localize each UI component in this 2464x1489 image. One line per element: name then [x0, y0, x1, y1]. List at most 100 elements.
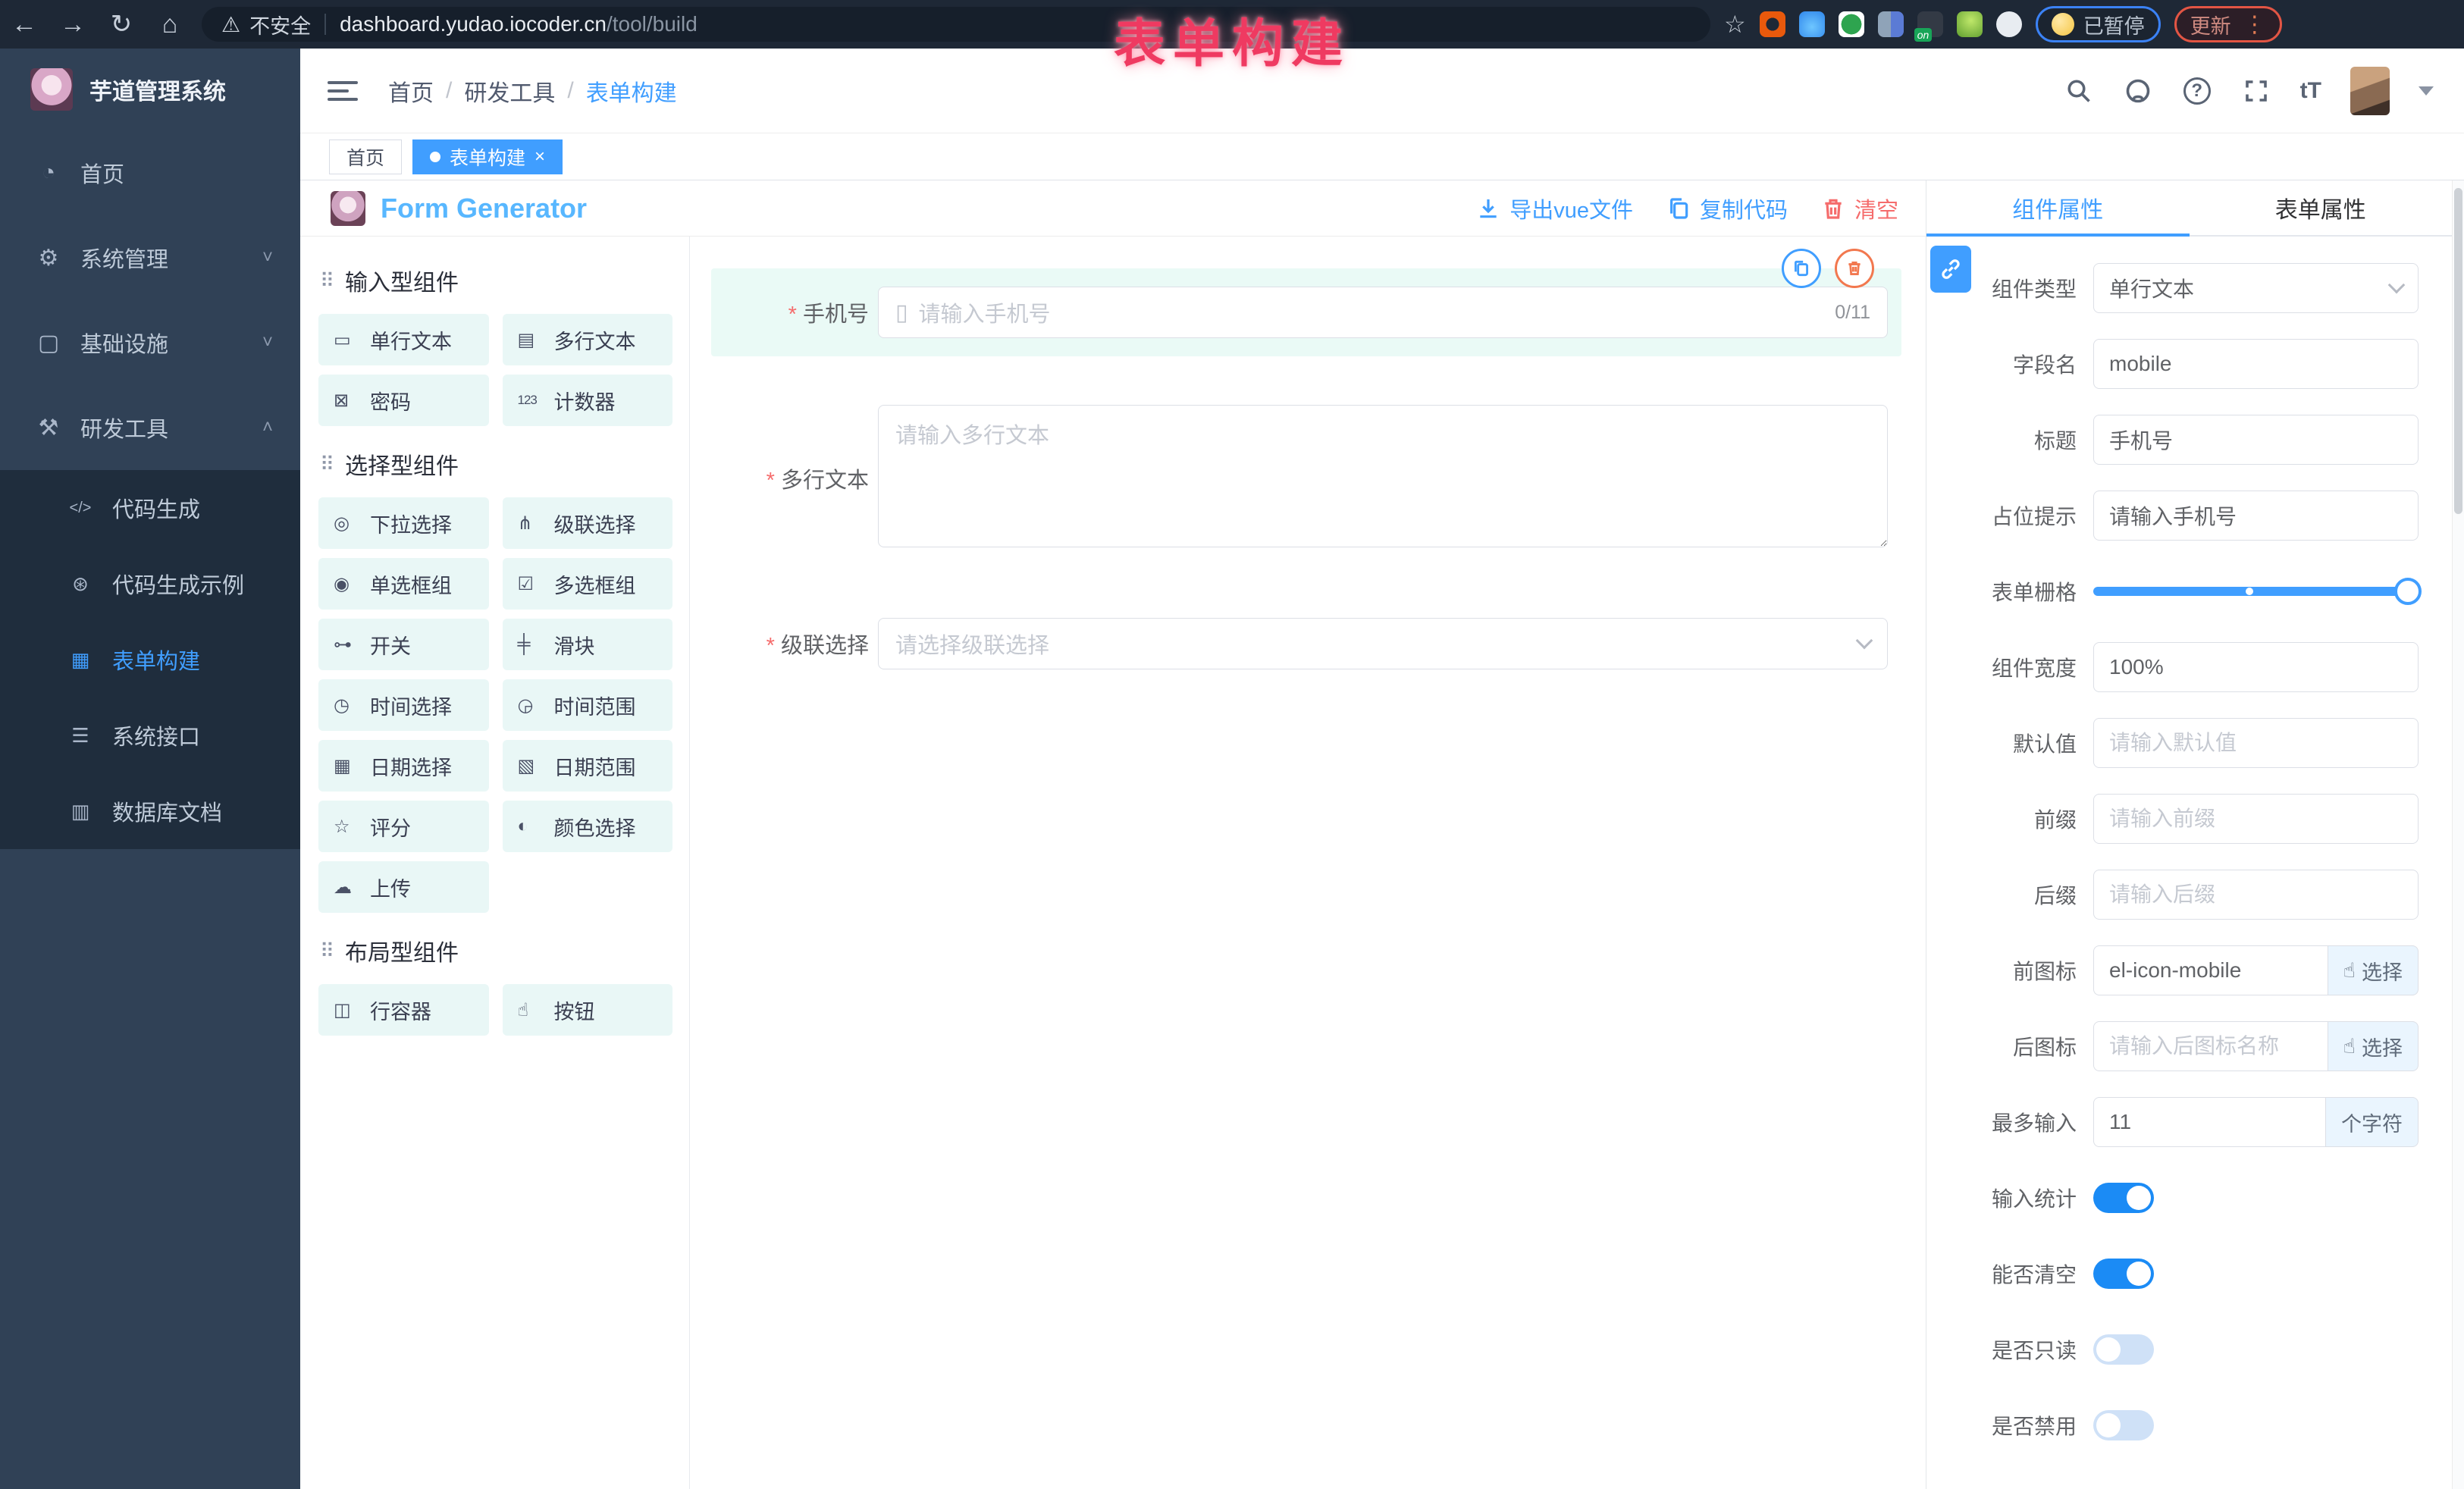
forward-icon[interactable]: → [49, 10, 97, 39]
palette-item-select[interactable]: ◎下拉选择 [318, 497, 489, 549]
extension-icon[interactable] [1957, 11, 1983, 37]
suffix-icon-input[interactable] [2093, 1021, 2328, 1071]
palette-item-date-range[interactable]: ▧日期范围 [503, 740, 673, 792]
breadcrumb-devtools[interactable]: 研发工具 [464, 74, 555, 108]
clear-button[interactable]: 清空 [1821, 193, 1898, 224]
extension-icon[interactable] [1878, 11, 1904, 37]
extensions-puzzle-icon[interactable] [1996, 11, 2022, 37]
component-type-select[interactable]: 单行文本 [2093, 263, 2419, 313]
sidebar-item-form-builder[interactable]: ▦ 表单构建 [0, 622, 300, 697]
palette-item-date-picker[interactable]: ▦日期选择 [318, 740, 489, 792]
delete-field-button[interactable] [1835, 249, 1874, 288]
placeholder-input[interactable] [2093, 491, 2419, 541]
security-label[interactable]: 不安全 [249, 10, 311, 39]
export-vue-button[interactable]: 导出vue文件 [1476, 193, 1633, 224]
form-canvas[interactable]: 手机号 ▯ 请输入手机号 0/11 多行文本 级联选择 [690, 237, 1926, 1489]
cascader-select[interactable]: 请选择级联选择 [878, 618, 1888, 669]
app-header: 首页 / 研发工具 / 表单构建 ? tT [300, 49, 2464, 133]
slider-mark [2246, 588, 2253, 595]
sidebar-item-code-gen[interactable]: </> 代码生成 [0, 470, 300, 546]
link-toggle-button[interactable] [1930, 246, 1971, 293]
window-scrollbar[interactable] [2452, 180, 2464, 1489]
default-value-input[interactable] [2093, 718, 2419, 768]
palette-item-color-picker[interactable]: ◐颜色选择 [503, 801, 673, 852]
title-input[interactable] [2093, 415, 2419, 465]
palette-item-upload[interactable]: ☁上传 [318, 861, 489, 913]
width-input[interactable] [2093, 642, 2419, 692]
prefix-icon-input[interactable] [2093, 945, 2328, 995]
prop-clearable: 能否清空 [1948, 1236, 2419, 1312]
field-name-input[interactable] [2093, 339, 2419, 389]
pointer-icon: ☝ [2343, 1035, 2356, 1058]
help-icon[interactable]: ? [2182, 76, 2212, 106]
reload-icon[interactable]: ↻ [97, 9, 146, 39]
palette-item-time-range[interactable]: ◶时间范围 [503, 679, 673, 731]
max-length-input[interactable] [2093, 1097, 2325, 1147]
sidebar-item-system-api[interactable]: ☰ 系统接口 [0, 697, 300, 773]
extension-icon[interactable] [1799, 11, 1825, 37]
sidebar-item-code-gen-example[interactable]: ⊛ 代码生成示例 [0, 546, 300, 622]
palette-item-single-text[interactable]: ▭单行文本 [318, 314, 489, 365]
palette-item-switch[interactable]: ⊶开关 [318, 619, 489, 670]
extension-icon[interactable] [1760, 11, 1785, 37]
palette-item-checkbox-group[interactable]: ☑多选框组 [503, 558, 673, 610]
canvas-field-mobile[interactable]: 手机号 ▯ 请输入手机号 0/11 [711, 268, 1901, 356]
scrollbar-thumb[interactable] [2454, 188, 2462, 514]
clearable-toggle[interactable] [2093, 1259, 2154, 1289]
bookmark-icon[interactable]: ☆ [1724, 10, 1746, 39]
close-icon[interactable]: × [534, 146, 545, 168]
palette-item-radio-group[interactable]: ◉单选框组 [318, 558, 489, 610]
sidebar-item-db-docs[interactable]: ▥ 数据库文档 [0, 773, 300, 849]
canvas-field-textarea[interactable]: 多行文本 [711, 405, 1901, 551]
disabled-toggle[interactable] [2093, 1410, 2154, 1440]
sidebar-item-infrastructure[interactable]: ▢ 基础设施 ˅ [0, 300, 300, 385]
tab-form-props[interactable]: 表单属性 [2190, 180, 2453, 235]
github-icon[interactable] [2123, 76, 2153, 106]
paused-badge[interactable]: 已暂停 [2036, 6, 2161, 42]
tag-home[interactable]: 首页 [329, 139, 402, 174]
choose-suffix-icon-button[interactable]: ☝ 选择 [2328, 1021, 2419, 1071]
palette-item-time-picker[interactable]: ◷时间选择 [318, 679, 489, 731]
palette-item-button[interactable]: ☝按钮 [503, 984, 673, 1036]
tag-form-builder[interactable]: 表单构建 × [412, 139, 563, 174]
mobile-input[interactable]: ▯ 请输入手机号 0/11 [878, 287, 1888, 338]
palette-item-cascader[interactable]: ⋔级联选择 [503, 497, 673, 549]
palette-item-counter[interactable]: 123计数器 [503, 375, 673, 426]
gear-icon: ⚙ [33, 245, 64, 271]
user-avatar[interactable] [2350, 67, 2390, 115]
update-button[interactable]: 更新 ⋮ [2174, 6, 2282, 42]
search-icon[interactable] [2064, 76, 2094, 106]
tab-component-props[interactable]: 组件属性 [1926, 180, 2190, 235]
extension-icon[interactable] [1839, 11, 1864, 37]
address-bar[interactable]: ⚠ 不安全 dashboard.yudao.iocoder.cn /tool/b… [202, 7, 1710, 42]
duplicate-field-button[interactable] [1782, 249, 1821, 288]
app-logo-row[interactable]: 芋道管理系统 [0, 49, 300, 130]
prop-readonly: 是否只读 [1948, 1312, 2419, 1387]
sidebar-item-system[interactable]: ⚙ 系统管理 ˅ [0, 215, 300, 300]
palette-item-rate[interactable]: ☆评分 [318, 801, 489, 852]
caret-down-icon[interactable] [2419, 86, 2434, 103]
palette-item-row-container[interactable]: ◫行容器 [318, 984, 489, 1036]
hamburger-icon[interactable] [328, 76, 358, 106]
suffix-input[interactable] [2093, 870, 2419, 920]
copy-code-button[interactable]: 复制代码 [1666, 193, 1788, 224]
back-icon[interactable]: ← [0, 10, 49, 39]
canvas-field-cascader[interactable]: 级联选择 请选择级联选择 [711, 618, 1901, 669]
palette-item-textarea[interactable]: ▤多行文本 [503, 314, 673, 365]
grid-slider[interactable] [2093, 587, 2419, 596]
home-icon[interactable]: ⌂ [146, 10, 194, 39]
extension-icon[interactable]: on [1917, 11, 1943, 37]
palette-item-password[interactable]: ⊠密码 [318, 375, 489, 426]
slider-handle[interactable] [2394, 578, 2422, 605]
word-limit-toggle[interactable] [2093, 1183, 2154, 1213]
fullscreen-icon[interactable] [2241, 76, 2271, 106]
breadcrumb-home[interactable]: 首页 [388, 74, 434, 108]
sidebar-item-home[interactable]: ◔ 首页 [0, 130, 300, 215]
palette-item-slider[interactable]: ╪滑块 [503, 619, 673, 670]
prefix-input[interactable] [2093, 794, 2419, 844]
readonly-toggle[interactable] [2093, 1334, 2154, 1365]
sidebar-item-devtools[interactable]: ⚒ 研发工具 ˄ [0, 385, 300, 470]
choose-prefix-icon-button[interactable]: ☝ 选择 [2328, 945, 2419, 995]
textarea-input[interactable] [878, 405, 1888, 547]
font-size-icon[interactable]: tT [2300, 78, 2321, 104]
